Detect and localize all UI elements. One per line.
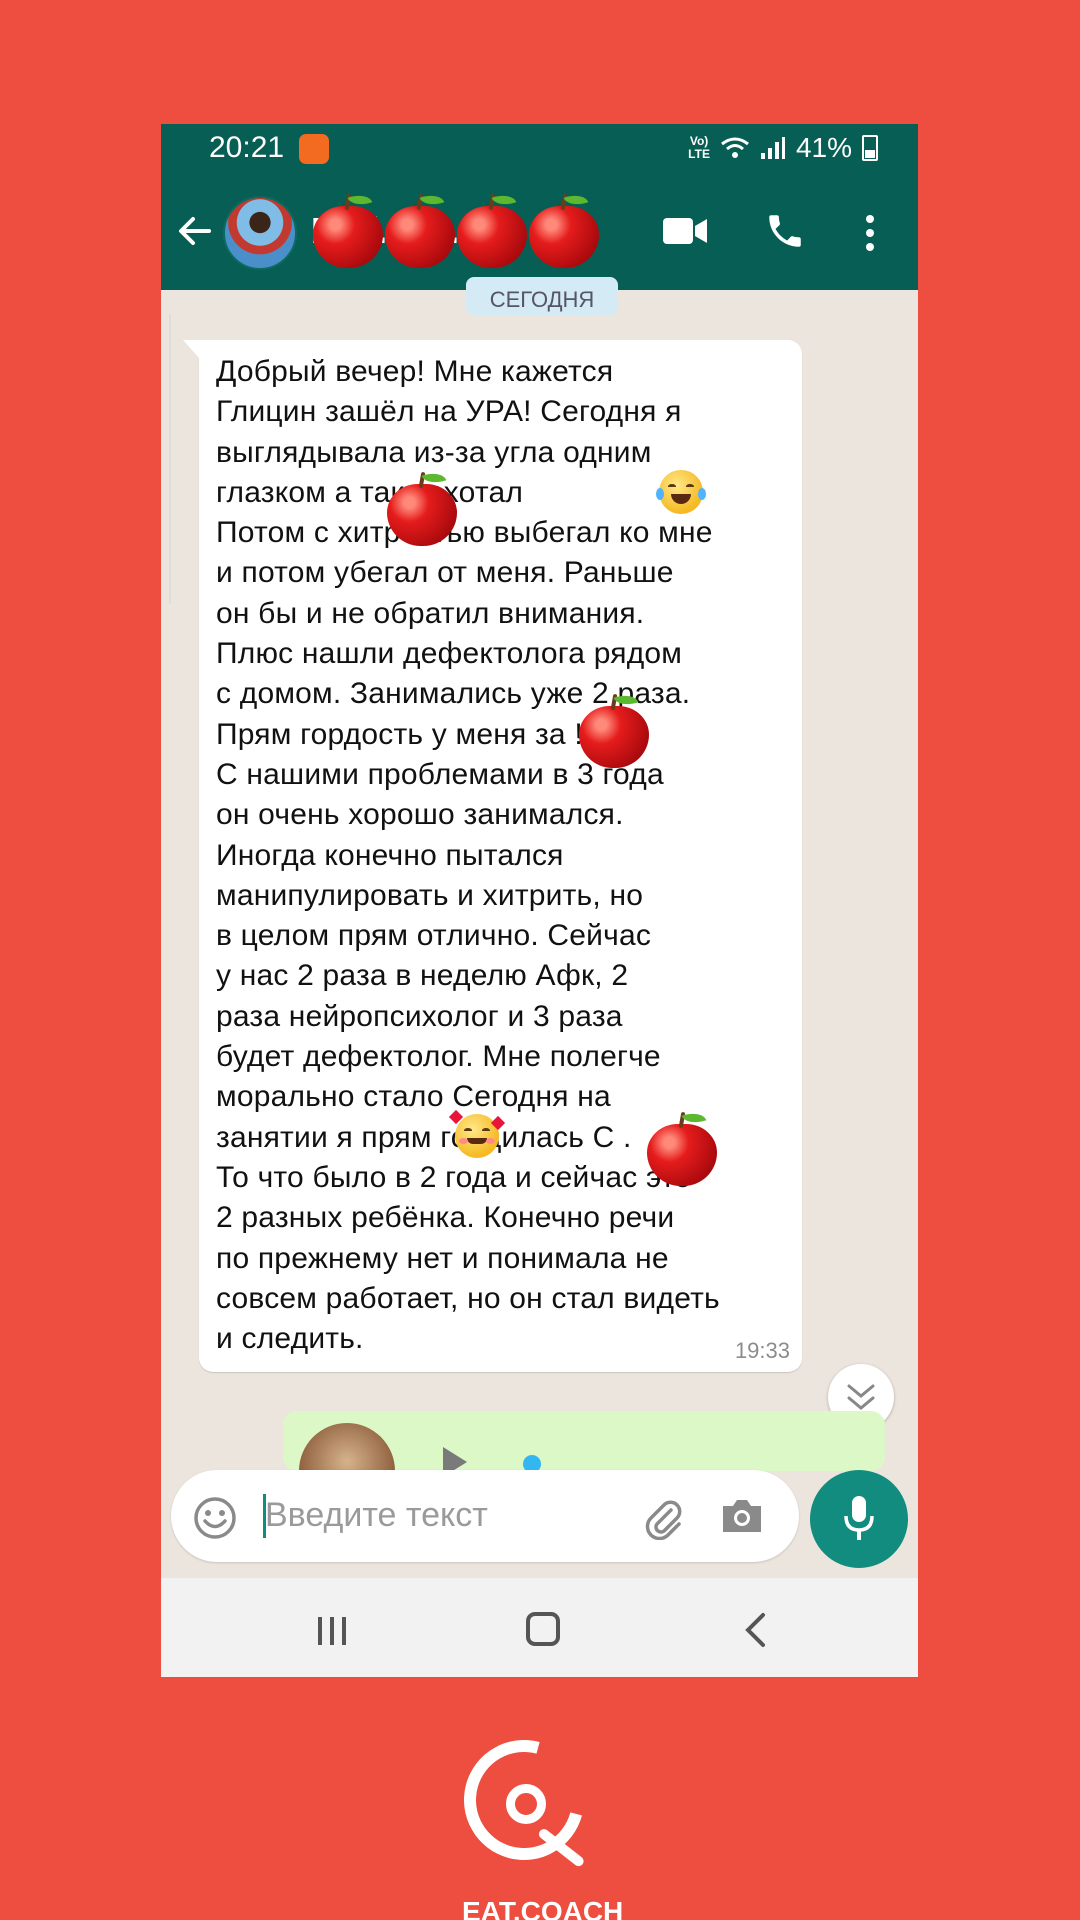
nav-back-icon[interactable]: [743, 1612, 767, 1653]
battery-percent: 41%: [795, 132, 852, 163]
more-options-icon[interactable]: [864, 214, 876, 257]
volte-icon: Vo) LTE: [688, 134, 710, 161]
brand-logo: EAT.COACH: [442, 1718, 623, 1920]
message-composer: [171, 1470, 799, 1562]
play-icon[interactable]: [443, 1447, 467, 1471]
voice-call-icon[interactable]: [764, 210, 806, 257]
outgoing-voice-message[interactable]: [283, 1411, 885, 1471]
previous-bubble-edge: [161, 314, 171, 604]
emoji-icon[interactable]: [193, 1496, 237, 1545]
date-chip: СЕГОДНЯ: [466, 277, 618, 315]
video-call-icon[interactable]: [661, 214, 709, 253]
battery-icon: [862, 135, 878, 161]
incoming-message-bubble[interactable]: Добрый вечер! Мне кажется Глицин зашёл н…: [183, 340, 802, 1372]
apple-censor-icon: [381, 190, 459, 272]
phone-screenshot: 20:21 Vo)LTE 41% Е...(......)...: [161, 124, 918, 1677]
message-input[interactable]: [265, 1490, 565, 1540]
contact-avatar[interactable]: [223, 196, 297, 270]
apple-censor-icon: [525, 190, 603, 272]
smiling-hearts-emoji-icon: [448, 1109, 506, 1158]
chat-header: Е...(......)...: [161, 176, 918, 290]
signal-icon: [760, 136, 786, 160]
apple-censor-icon: [309, 190, 387, 272]
message-text: Добрый вечер! Мне кажется Глицин зашёл н…: [216, 355, 720, 1356]
attach-icon[interactable]: [641, 1496, 685, 1545]
home-icon[interactable]: [526, 1612, 560, 1646]
laughing-emoji-icon: [656, 470, 706, 514]
status-bar: 20:21 Vo) LTE 41%: [161, 124, 918, 176]
apple-censor-icon: [453, 190, 531, 272]
voice-progress-dot[interactable]: [523, 1455, 541, 1471]
notification-app-icon: [299, 134, 329, 164]
status-time: 20:21: [209, 131, 285, 164]
camera-icon[interactable]: [719, 1496, 765, 1541]
voice-record-button[interactable]: [810, 1470, 908, 1568]
apple-censor-icon: [643, 1108, 721, 1190]
voice-sender-avatar: [299, 1423, 395, 1471]
apple-censor-icon: [575, 690, 653, 772]
recents-icon[interactable]: [315, 1614, 349, 1653]
brand-name: EAT.COACH: [462, 1896, 624, 1920]
back-arrow-icon[interactable]: [175, 211, 215, 256]
system-navigation-bar: [161, 1578, 918, 1677]
name-censor-apples: [309, 190, 599, 272]
message-time: 19:33: [734, 1338, 790, 1363]
apple-censor-icon: [383, 468, 461, 550]
wifi-icon: [720, 136, 750, 160]
